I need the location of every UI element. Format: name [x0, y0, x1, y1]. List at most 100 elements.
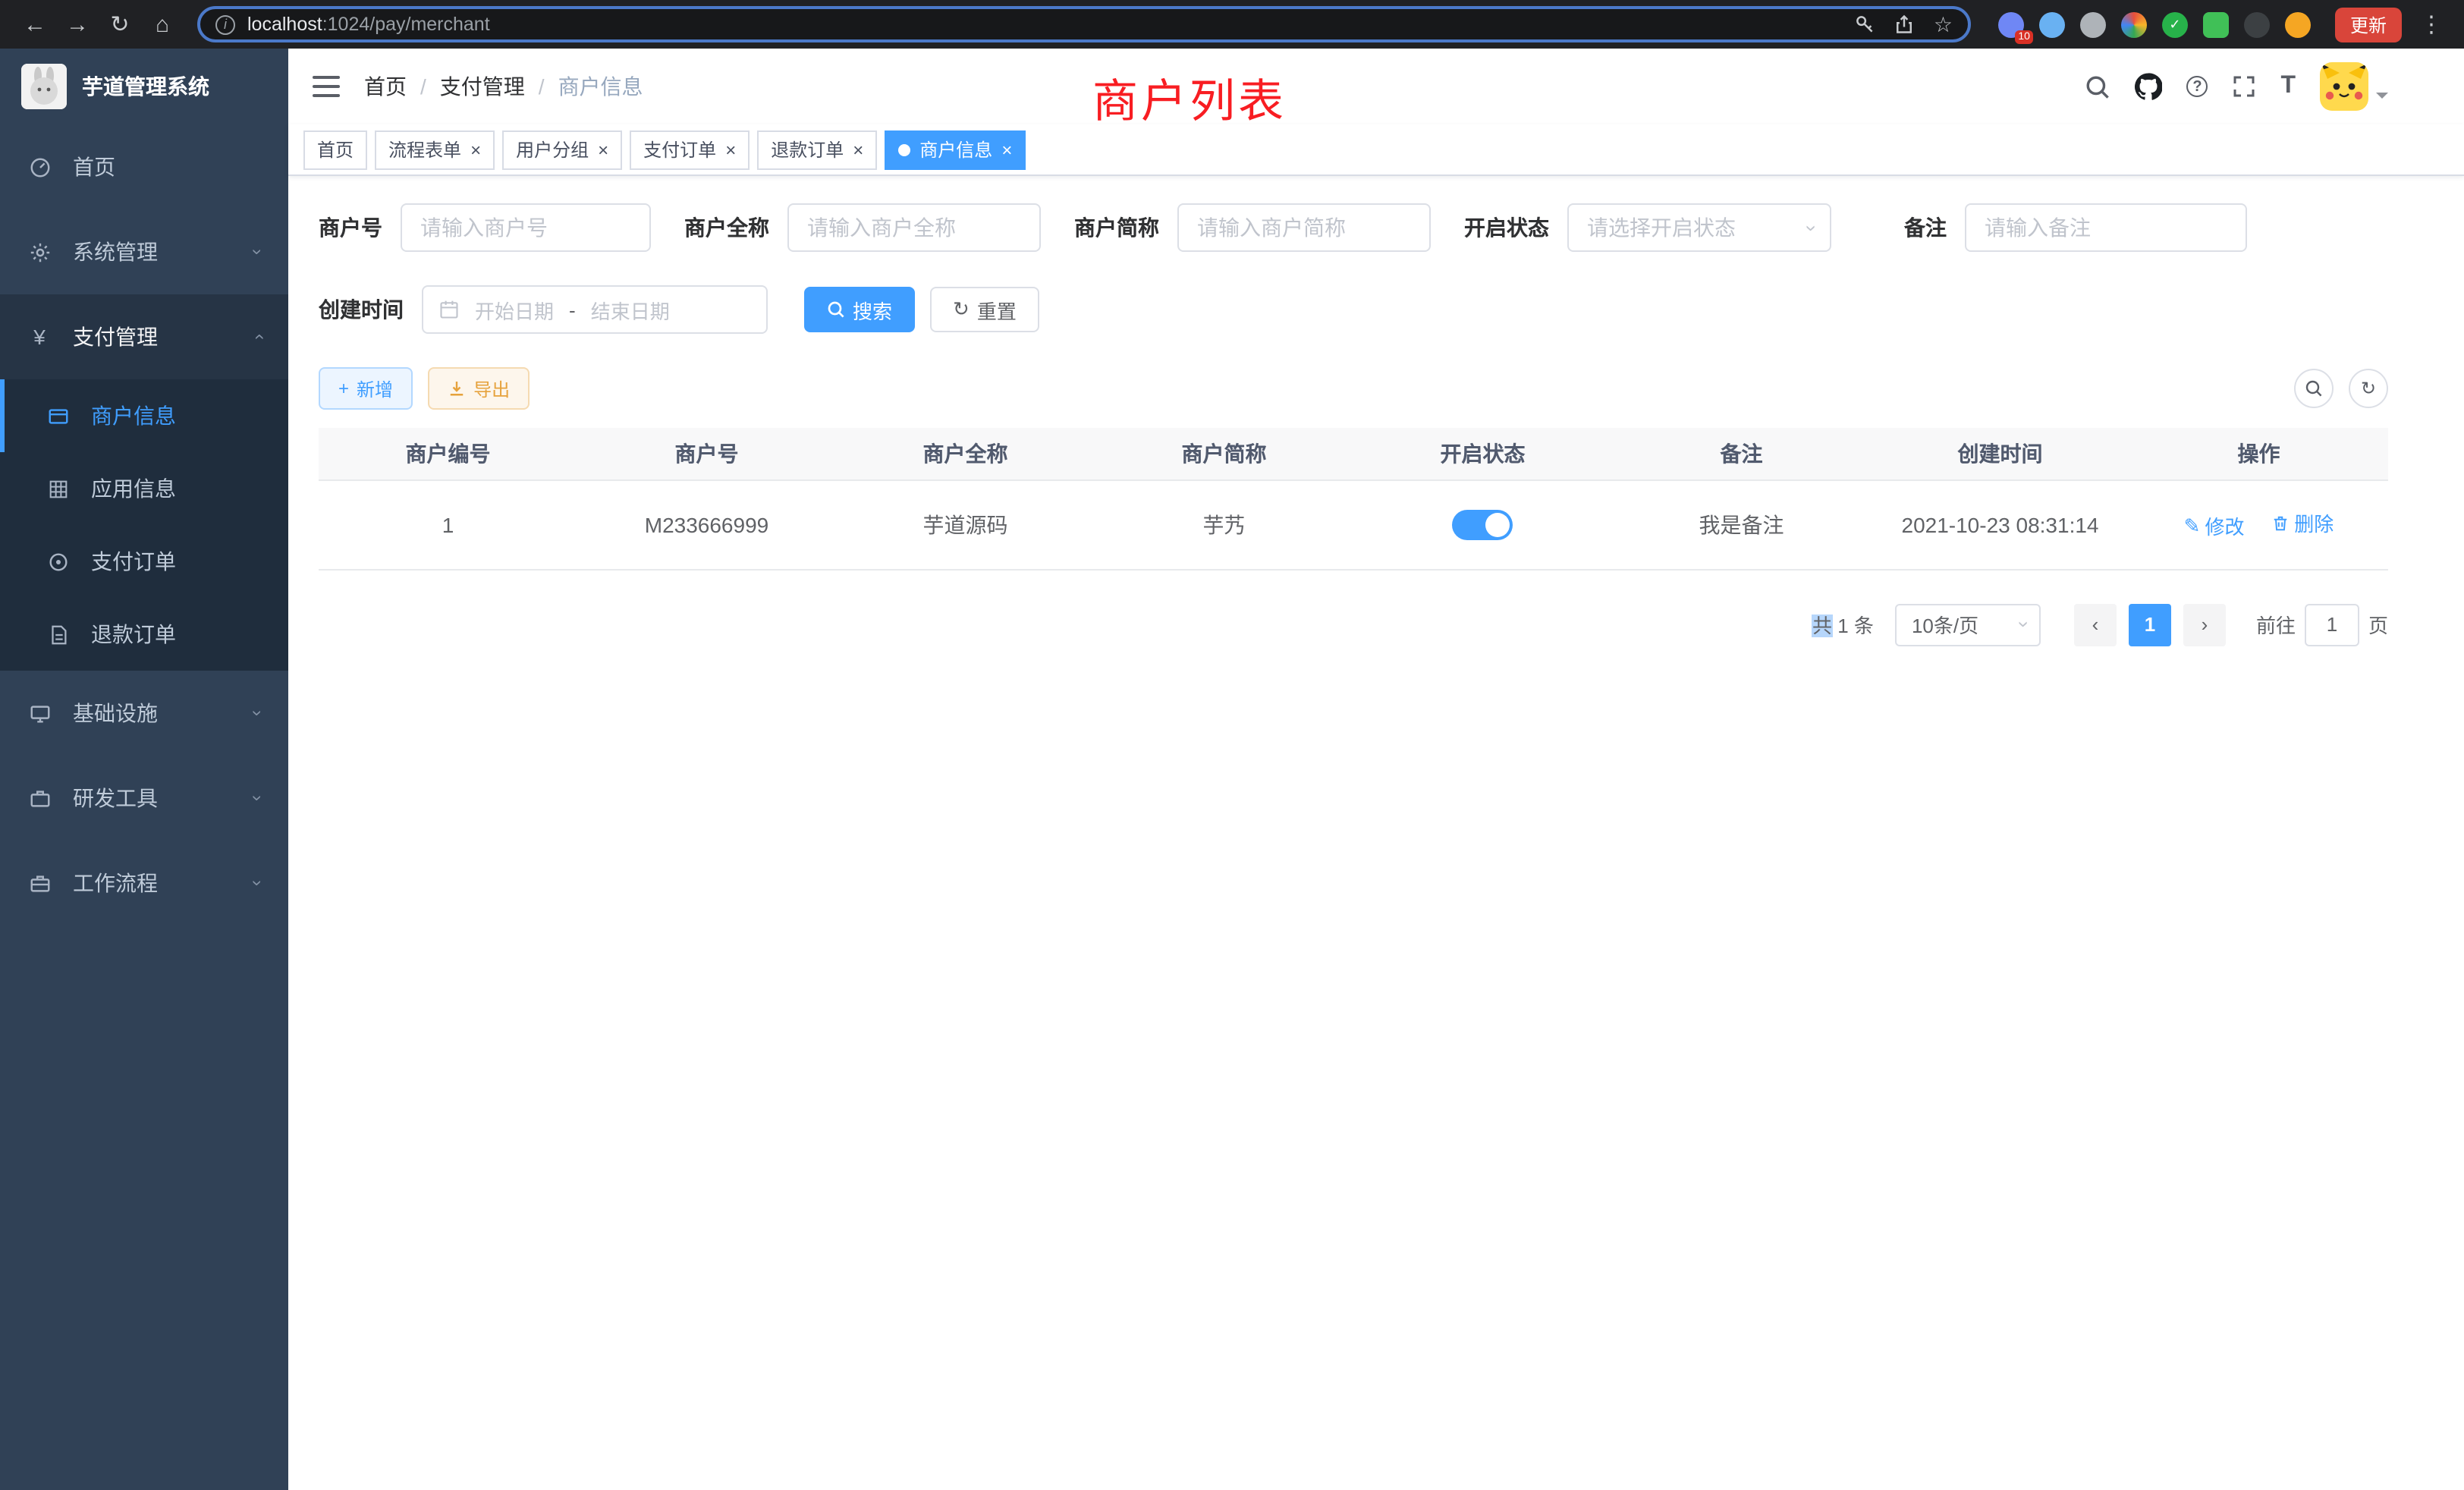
close-icon[interactable]: × — [853, 140, 863, 159]
chrome-update-button[interactable]: 更新 — [2335, 7, 2402, 42]
page-unit-label: 页 — [2368, 610, 2388, 639]
breadcrumb-separator: / — [539, 74, 545, 99]
chevron-down-icon: › — [247, 249, 269, 255]
browser-menu-icon[interactable]: ⋮ — [2420, 11, 2443, 38]
sidebar-item-payment[interactable]: ¥ 支付管理 › — [0, 294, 288, 379]
prev-page-button[interactable]: ‹ — [2074, 603, 2117, 646]
merchant-no-label: 商户号 — [319, 212, 382, 243]
fullscreen-icon[interactable] — [2232, 74, 2256, 99]
col-merchant-no: 商户号 — [577, 428, 836, 479]
extension-icon[interactable] — [2121, 11, 2147, 37]
delete-link[interactable]: 删除 — [2271, 508, 2334, 537]
close-icon[interactable]: × — [470, 140, 481, 159]
extension-icon[interactable] — [2244, 11, 2270, 37]
screen: ← → ↻ ⌂ i localhost:1024/pay/merchant ☆ … — [0, 0, 2464, 1490]
sidebar-item-system[interactable]: 系统管理 › — [0, 209, 288, 294]
close-icon[interactable]: × — [1001, 140, 1012, 159]
home-button[interactable]: ⌂ — [143, 5, 182, 44]
goto-label: 前往 — [2256, 610, 2296, 639]
back-button[interactable]: ← — [15, 5, 55, 44]
sidebar-item-home[interactable]: 首页 — [0, 124, 288, 209]
pagination-total: 共 1 条 — [1812, 610, 1874, 639]
avatar — [2320, 62, 2368, 111]
next-page-button[interactable]: › — [2183, 603, 2226, 646]
share-icon[interactable] — [1894, 14, 1916, 35]
chevron-down-icon: › — [247, 710, 269, 716]
create-time-label: 创建时间 — [319, 294, 404, 325]
export-button[interactable]: 导出 — [428, 367, 530, 410]
sidebar-item-payment-orders[interactable]: 支付订单 — [0, 525, 288, 598]
add-button[interactable]: + 新增 — [319, 367, 413, 410]
app-logo-row[interactable]: 芋道管理系统 — [0, 49, 288, 124]
extension-icon[interactable]: 10 — [1998, 11, 2024, 37]
extension-icon[interactable] — [2285, 11, 2311, 37]
tab-payment-orders[interactable]: 支付订单 × — [630, 130, 750, 169]
search-button[interactable]: 搜索 — [804, 287, 915, 332]
collapse-sidebar-icon[interactable] — [313, 76, 340, 97]
sidebar-item-merchant-info[interactable]: 商户信息 — [0, 379, 288, 452]
address-bar[interactable]: i localhost:1024/pay/merchant ☆ — [197, 6, 1971, 42]
page-1-button[interactable]: 1 — [2129, 603, 2171, 646]
close-icon[interactable]: × — [598, 140, 608, 159]
url-text: localhost:1024/pay/merchant — [247, 14, 1843, 35]
status-select[interactable]: 请选择开启状态 › — [1567, 203, 1831, 252]
tab-refund-orders[interactable]: 退款订单 × — [757, 130, 877, 169]
help-icon[interactable]: ? — [2186, 76, 2208, 97]
toggle-search-button[interactable] — [2294, 369, 2334, 408]
merchant-no-input[interactable] — [401, 203, 651, 252]
extension-icon[interactable]: ✓ — [2162, 11, 2188, 37]
delete-label: 删除 — [2294, 508, 2334, 537]
sidebar-item-dev-tools[interactable]: 研发工具 › — [0, 756, 288, 841]
sidebar-item-app-info[interactable]: 应用信息 — [0, 452, 288, 525]
extension-icon[interactable] — [2203, 11, 2229, 37]
merchant-table: 商户编号 商户号 商户全称 商户简称 开启状态 备注 创建时间 操作 1 — [319, 428, 2388, 570]
extension-icon[interactable] — [2080, 11, 2106, 37]
monitor-icon — [27, 702, 52, 725]
goto-page-input[interactable] — [2305, 603, 2359, 646]
sidebar-item-workflow[interactable]: 工作流程 › — [0, 841, 288, 926]
sidebar-item-label: 系统管理 — [73, 237, 158, 267]
edit-link[interactable]: ✎ 修改 — [2184, 511, 2245, 540]
reload-button[interactable]: ↻ — [100, 5, 140, 44]
page-size-value: 10条/页 — [1912, 610, 1978, 639]
date-start-placeholder: 开始日期 — [475, 295, 554, 324]
extensions-area: 10 ✓ — [1998, 11, 2311, 37]
header-search-icon[interactable] — [2085, 74, 2110, 99]
status-toggle[interactable] — [1453, 509, 1513, 539]
bookmark-star-icon[interactable]: ☆ — [1934, 11, 1953, 37]
breadcrumb-home[interactable]: 首页 — [364, 71, 407, 102]
tab-user-group[interactable]: 用户分组 × — [502, 130, 622, 169]
page-size-select[interactable]: 10条/页 › — [1895, 603, 2041, 646]
date-range-picker[interactable]: 开始日期 - 结束日期 — [422, 285, 768, 334]
sidebar-item-infrastructure[interactable]: 基础设施 › — [0, 671, 288, 756]
github-icon[interactable] — [2135, 73, 2162, 100]
breadcrumb-payment[interactable]: 支付管理 — [440, 71, 525, 102]
tab-home[interactable]: 首页 — [303, 130, 367, 169]
forward-button[interactable]: → — [58, 5, 97, 44]
tab-process-form[interactable]: 流程表单 × — [375, 130, 495, 169]
sidebar-item-refund-orders[interactable]: 退款订单 — [0, 598, 288, 671]
extension-icon[interactable] — [2039, 11, 2065, 37]
refresh-table-button[interactable]: ↻ — [2349, 369, 2388, 408]
user-menu[interactable] — [2320, 62, 2388, 111]
remark-input[interactable] — [1965, 203, 2247, 252]
full-name-input[interactable] — [787, 203, 1041, 252]
breadcrumb-separator: / — [420, 74, 426, 99]
grid-icon — [46, 477, 70, 500]
remark-label: 备注 — [1904, 212, 1947, 243]
short-name-input[interactable] — [1177, 203, 1431, 252]
tab-merchant-info[interactable]: 商户信息 × — [885, 130, 1026, 169]
target-icon — [46, 550, 70, 573]
gear-icon — [27, 240, 52, 263]
briefcase-icon — [27, 872, 52, 894]
pagination: 共 1 条 10条/页 › ‹ 1 › 前往 页 — [319, 603, 2388, 646]
app-title: 芋道管理系统 — [82, 71, 209, 102]
reset-button[interactable]: ↻ 重置 — [930, 287, 1039, 332]
password-key-icon[interactable] — [1855, 14, 1876, 35]
site-info-icon[interactable]: i — [215, 14, 235, 34]
close-icon[interactable]: × — [725, 140, 736, 159]
font-size-icon[interactable]: T — [2280, 73, 2296, 100]
dashboard-icon — [27, 156, 52, 178]
tags-view-bar: 首页 流程表单 × 用户分组 × 支付订单 × 退款订单 × — [288, 124, 2464, 176]
chevron-down-icon: › — [247, 880, 269, 886]
